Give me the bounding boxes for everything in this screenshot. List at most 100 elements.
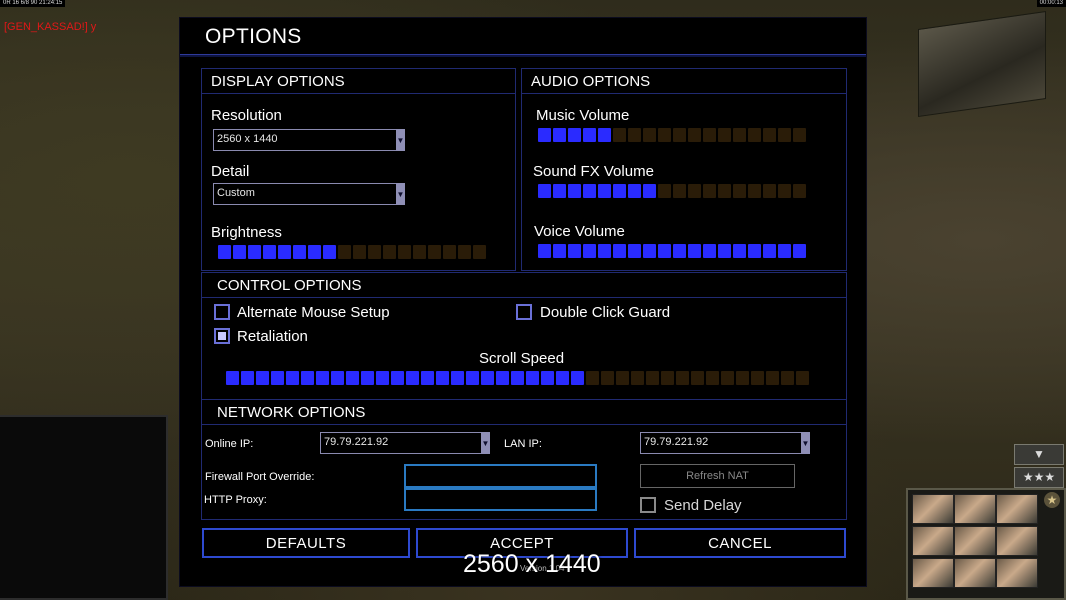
slider-segment[interactable] [796, 371, 809, 385]
slider-segment[interactable] [733, 128, 746, 142]
slider-segment[interactable] [398, 245, 411, 259]
slider-segment[interactable] [733, 244, 746, 258]
send-delay-checkbox[interactable] [640, 497, 656, 513]
slider-segment[interactable] [218, 245, 231, 259]
slider-segment[interactable] [271, 371, 284, 385]
slider-segment[interactable] [443, 245, 456, 259]
unit-portrait[interactable] [954, 494, 996, 524]
unit-portrait[interactable] [954, 558, 996, 588]
slider-segment[interactable] [628, 244, 641, 258]
slider-segment[interactable] [553, 244, 566, 258]
slider-segment[interactable] [241, 371, 254, 385]
slider-segment[interactable] [661, 371, 674, 385]
slider-segment[interactable] [316, 371, 329, 385]
cancel-button[interactable]: CANCEL [634, 528, 846, 558]
unit-portrait[interactable] [996, 558, 1038, 588]
slider-segment[interactable] [766, 371, 779, 385]
slider-segment[interactable] [691, 371, 704, 385]
music-volume-slider[interactable] [538, 128, 808, 142]
slider-segment[interactable] [631, 371, 644, 385]
slider-segment[interactable] [583, 184, 596, 198]
slider-segment[interactable] [613, 184, 626, 198]
slider-segment[interactable] [748, 184, 761, 198]
slider-segment[interactable] [706, 371, 719, 385]
rank-tab[interactable]: ★★★ [1014, 467, 1064, 488]
slider-segment[interactable] [538, 184, 551, 198]
slider-segment[interactable] [778, 184, 791, 198]
slider-segment[interactable] [703, 244, 716, 258]
slider-segment[interactable] [353, 245, 366, 259]
slider-segment[interactable] [688, 184, 701, 198]
brightness-slider[interactable] [218, 245, 488, 259]
slider-segment[interactable] [436, 371, 449, 385]
slider-segment[interactable] [703, 184, 716, 198]
sound-fx-volume-slider[interactable] [538, 184, 808, 198]
collapse-tab[interactable]: ▼ [1014, 444, 1064, 465]
slider-segment[interactable] [721, 371, 734, 385]
slider-segment[interactable] [263, 245, 276, 259]
slider-segment[interactable] [748, 244, 761, 258]
slider-segment[interactable] [718, 184, 731, 198]
slider-segment[interactable] [628, 184, 641, 198]
slider-segment[interactable] [658, 244, 671, 258]
slider-segment[interactable] [583, 128, 596, 142]
online-ip-dropdown[interactable]: 79.79.221.92 ▼ [320, 432, 490, 454]
slider-segment[interactable] [568, 244, 581, 258]
slider-segment[interactable] [658, 128, 671, 142]
slider-segment[interactable] [583, 244, 596, 258]
slider-segment[interactable] [538, 244, 551, 258]
slider-segment[interactable] [248, 245, 261, 259]
slider-segment[interactable] [598, 184, 611, 198]
slider-segment[interactable] [451, 371, 464, 385]
slider-segment[interactable] [598, 244, 611, 258]
slider-segment[interactable] [541, 371, 554, 385]
slider-segment[interactable] [308, 245, 321, 259]
http-proxy-input[interactable] [404, 488, 597, 511]
chevron-down-icon[interactable]: ▼ [801, 432, 810, 454]
chevron-down-icon[interactable]: ▼ [396, 183, 405, 205]
slider-segment[interactable] [703, 128, 716, 142]
slider-segment[interactable] [676, 371, 689, 385]
slider-segment[interactable] [466, 371, 479, 385]
slider-segment[interactable] [458, 245, 471, 259]
slider-segment[interactable] [406, 371, 419, 385]
slider-segment[interactable] [598, 128, 611, 142]
slider-segment[interactable] [616, 371, 629, 385]
slider-segment[interactable] [568, 184, 581, 198]
slider-segment[interactable] [781, 371, 794, 385]
slider-segment[interactable] [733, 184, 746, 198]
slider-segment[interactable] [718, 244, 731, 258]
voice-volume-slider[interactable] [538, 244, 808, 258]
unit-portrait[interactable] [912, 494, 954, 524]
slider-segment[interactable] [473, 245, 486, 259]
slider-segment[interactable] [601, 371, 614, 385]
lan-ip-dropdown[interactable]: 79.79.221.92 ▼ [640, 432, 810, 454]
slider-segment[interactable] [688, 128, 701, 142]
slider-segment[interactable] [233, 245, 246, 259]
slider-segment[interactable] [256, 371, 269, 385]
slider-segment[interactable] [568, 128, 581, 142]
slider-segment[interactable] [571, 371, 584, 385]
minimap[interactable] [0, 415, 168, 600]
slider-segment[interactable] [586, 371, 599, 385]
firewall-port-input[interactable] [404, 464, 597, 488]
slider-segment[interactable] [496, 371, 509, 385]
chevron-down-icon[interactable]: ▼ [396, 129, 405, 151]
slider-segment[interactable] [763, 128, 776, 142]
slider-segment[interactable] [428, 245, 441, 259]
slider-segment[interactable] [646, 371, 659, 385]
slider-segment[interactable] [763, 244, 776, 258]
slider-segment[interactable] [346, 371, 359, 385]
alternate-mouse-checkbox[interactable] [214, 304, 230, 320]
slider-segment[interactable] [278, 245, 291, 259]
slider-segment[interactable] [778, 244, 791, 258]
slider-segment[interactable] [778, 128, 791, 142]
slider-segment[interactable] [413, 245, 426, 259]
slider-segment[interactable] [718, 128, 731, 142]
slider-segment[interactable] [628, 128, 641, 142]
slider-segment[interactable] [793, 244, 806, 258]
slider-segment[interactable] [286, 371, 299, 385]
slider-segment[interactable] [331, 371, 344, 385]
slider-segment[interactable] [748, 128, 761, 142]
slider-segment[interactable] [763, 184, 776, 198]
